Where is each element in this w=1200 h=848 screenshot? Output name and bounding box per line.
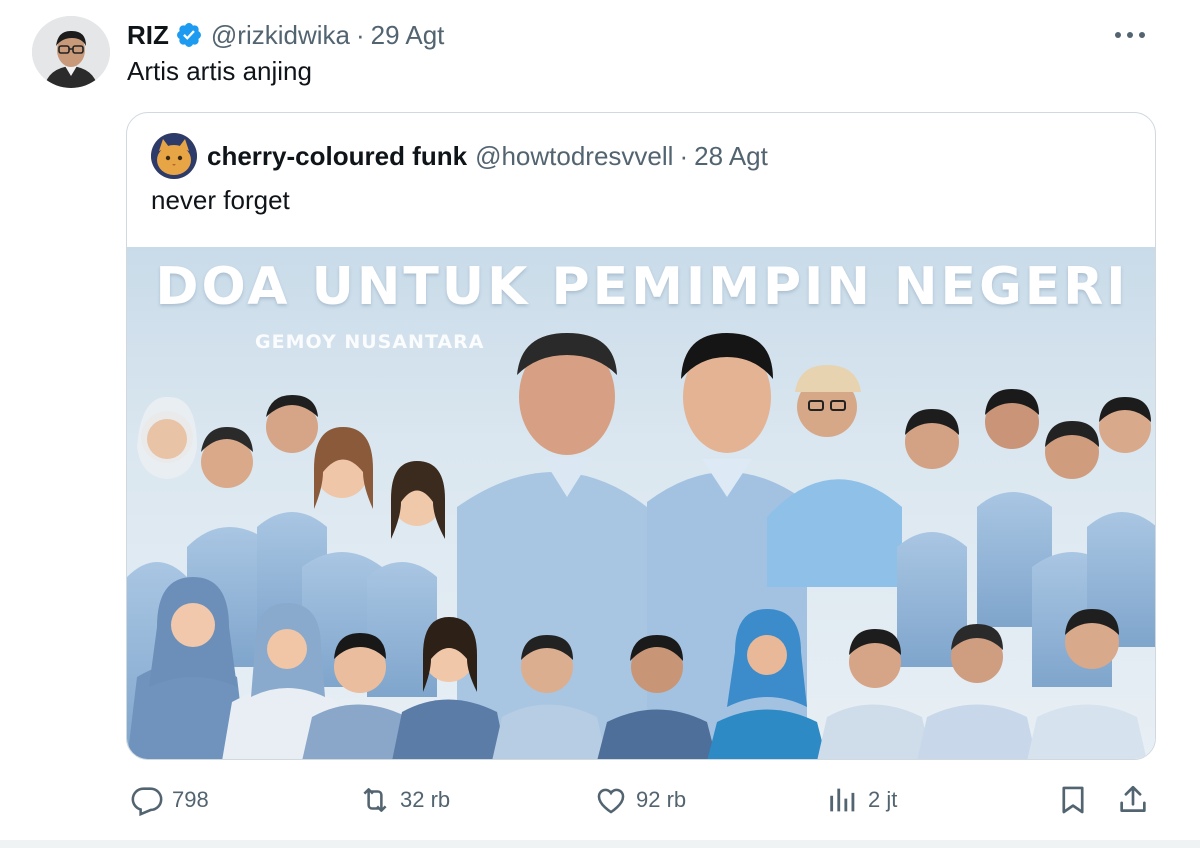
like-count: 92 rb	[636, 787, 687, 812]
quoted-author-name[interactable]: cherry-coloured funk	[207, 141, 467, 172]
divider	[0, 840, 1200, 848]
heart-icon	[597, 788, 625, 814]
group-photo-illustration	[127, 333, 1155, 759]
quoted-tweet-date[interactable]: 28 Agt	[694, 141, 768, 172]
reply-button[interactable]: 798	[130, 778, 209, 822]
separator: ·	[679, 140, 689, 171]
quoted-author-handle[interactable]: @howtodresvvell	[475, 141, 673, 172]
views-button[interactable]: 2 jt	[826, 778, 897, 822]
author-avatar[interactable]	[32, 16, 110, 88]
bookmark-icon	[1062, 786, 1084, 814]
tweet-text: Artis artis anjing	[127, 56, 312, 86]
tweet-header: RIZ @rizkidwika · 29 Agt	[127, 18, 444, 52]
retweet-icon	[363, 788, 387, 812]
author-name[interactable]: RIZ	[127, 20, 169, 51]
avatar-photo-icon	[32, 16, 110, 88]
more-dots-icon	[1115, 32, 1145, 38]
quoted-tweet[interactable]: cherry-coloured funk @howtodresvvell · 2…	[126, 112, 1156, 760]
tweet-date[interactable]: 29 Agt	[371, 20, 445, 51]
cat-avatar-icon	[151, 133, 197, 179]
bookmark-button[interactable]	[1056, 778, 1090, 822]
views-count: 2 jt	[868, 787, 898, 812]
like-button[interactable]: 92 rb	[594, 778, 686, 822]
reply-count: 798	[172, 787, 209, 812]
quoted-tweet-text: never forget	[151, 185, 290, 215]
quoted-media-image[interactable]: DOA UNTUK PEMIMPIN NEGERI GEMOY NUSANTAR…	[127, 247, 1155, 759]
share-button[interactable]	[1116, 778, 1150, 822]
separator: ·	[355, 19, 365, 50]
views-icon	[830, 788, 855, 812]
action-bar: 798 32 rb 92 rb 2 jt	[126, 778, 1166, 822]
retweet-count: 32 rb	[400, 787, 451, 812]
reply-icon	[131, 787, 163, 817]
share-icon	[1120, 785, 1146, 812]
tweet: RIZ @rizkidwika · 29 Agt Artis artis anj…	[0, 0, 1200, 848]
quoted-tweet-header: cherry-coloured funk @howtodresvvell · 2…	[151, 133, 768, 179]
poster-title: DOA UNTUK PEMIMPIN NEGERI	[155, 257, 1129, 317]
author-handle[interactable]: @rizkidwika	[211, 20, 350, 51]
more-options-button[interactable]	[1110, 20, 1150, 50]
verified-badge-icon	[176, 23, 201, 47]
quoted-author-avatar[interactable]	[151, 133, 197, 179]
poster-subtitle: GEMOY NUSANTARA	[255, 331, 485, 353]
retweet-button[interactable]: 32 rb	[358, 778, 450, 822]
